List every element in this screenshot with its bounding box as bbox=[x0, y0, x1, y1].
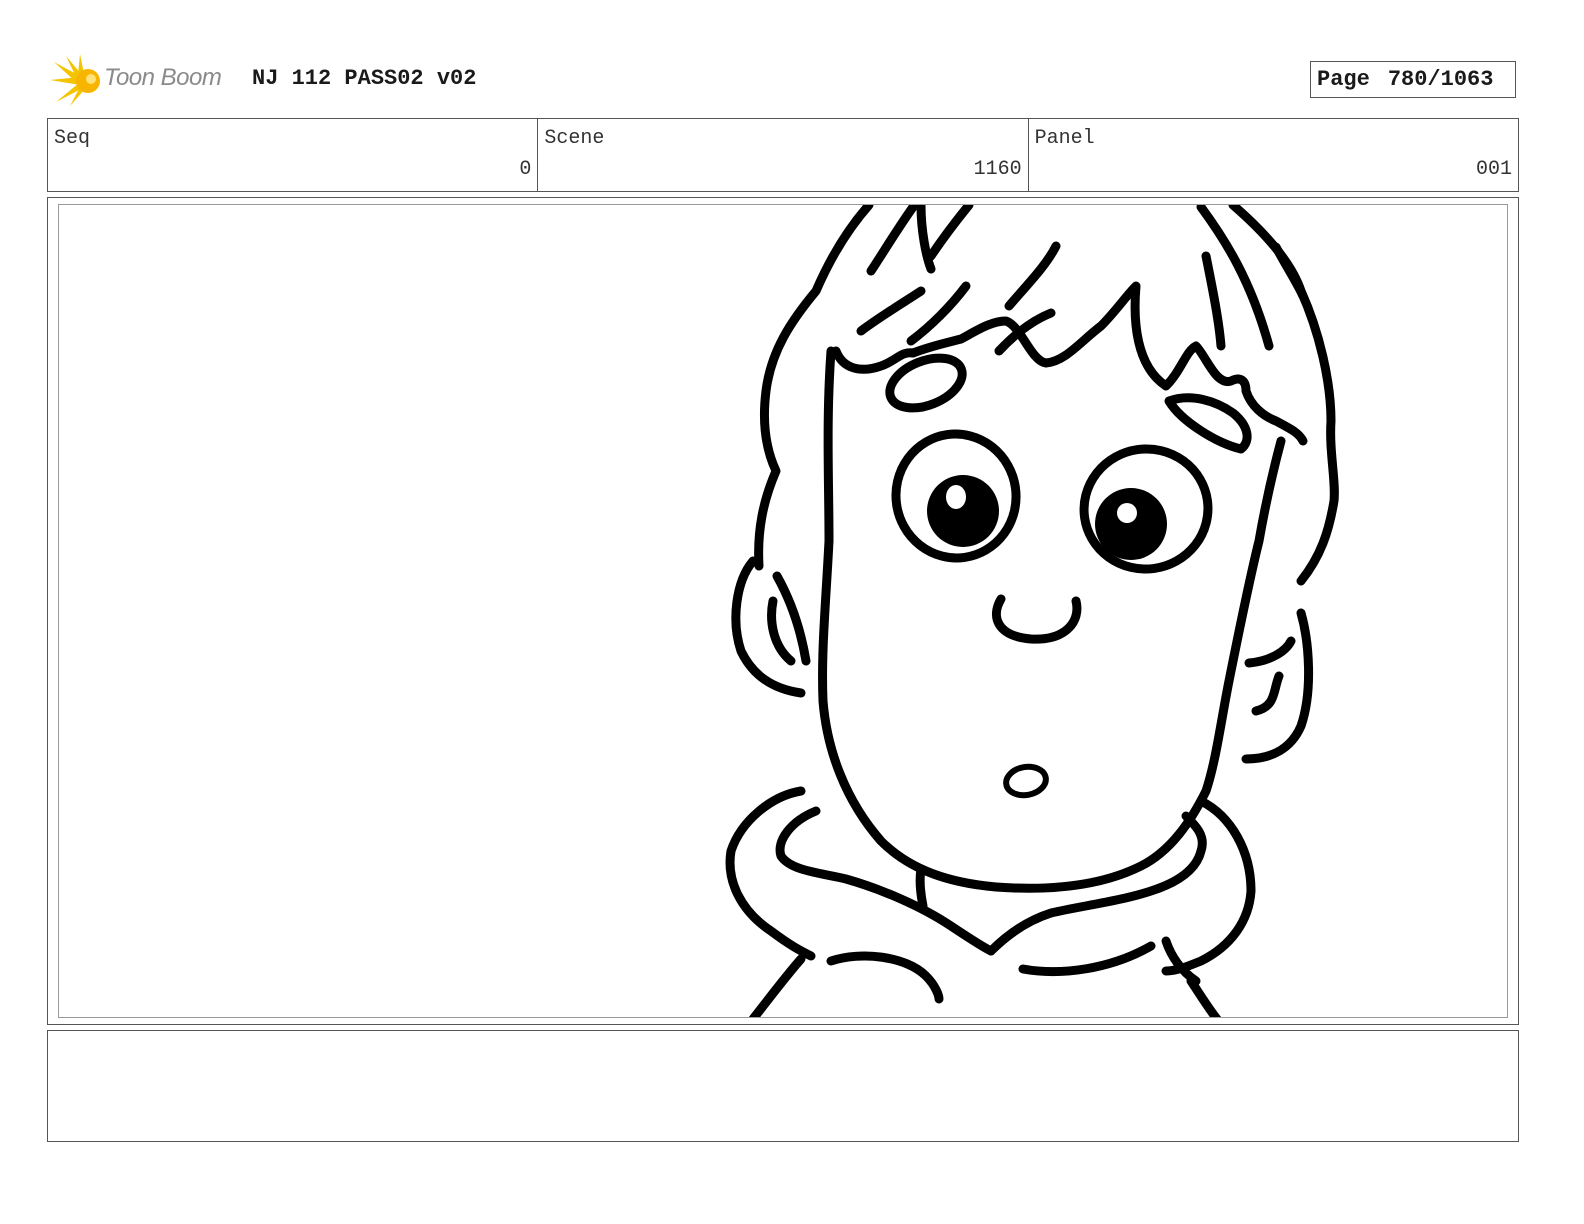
scene-value: 1160 bbox=[973, 158, 1022, 181]
panel-label: Panel bbox=[1034, 127, 1095, 150]
panel-value: 001 bbox=[1475, 158, 1512, 181]
page-label: Page bbox=[1317, 67, 1370, 92]
panel-info-row: Seq 0 Scene 1160 Panel 001 bbox=[47, 118, 1519, 192]
seq-label: Seq bbox=[54, 127, 91, 150]
storyboard-panel-image bbox=[58, 204, 1508, 1018]
seq-value: 0 bbox=[519, 158, 532, 181]
document-title: NJ 112 PASS02 v02 bbox=[252, 66, 477, 91]
scene-label: Scene bbox=[544, 127, 605, 150]
starburst-logo-icon bbox=[50, 54, 100, 106]
panel-notes bbox=[47, 1030, 1519, 1142]
panel-cell: Panel 001 bbox=[1029, 119, 1518, 191]
page-number: 780/1063 bbox=[1387, 67, 1494, 92]
character-sketch bbox=[725, 205, 1339, 1017]
scene-cell: Scene 1160 bbox=[538, 119, 1029, 191]
toon-boom-logo: Toon Boom bbox=[50, 52, 240, 108]
seq-cell: Seq 0 bbox=[48, 119, 539, 191]
page-indicator: Page 780/1063 bbox=[1310, 61, 1516, 98]
logo-wordmark: Toon Boom bbox=[104, 64, 222, 91]
